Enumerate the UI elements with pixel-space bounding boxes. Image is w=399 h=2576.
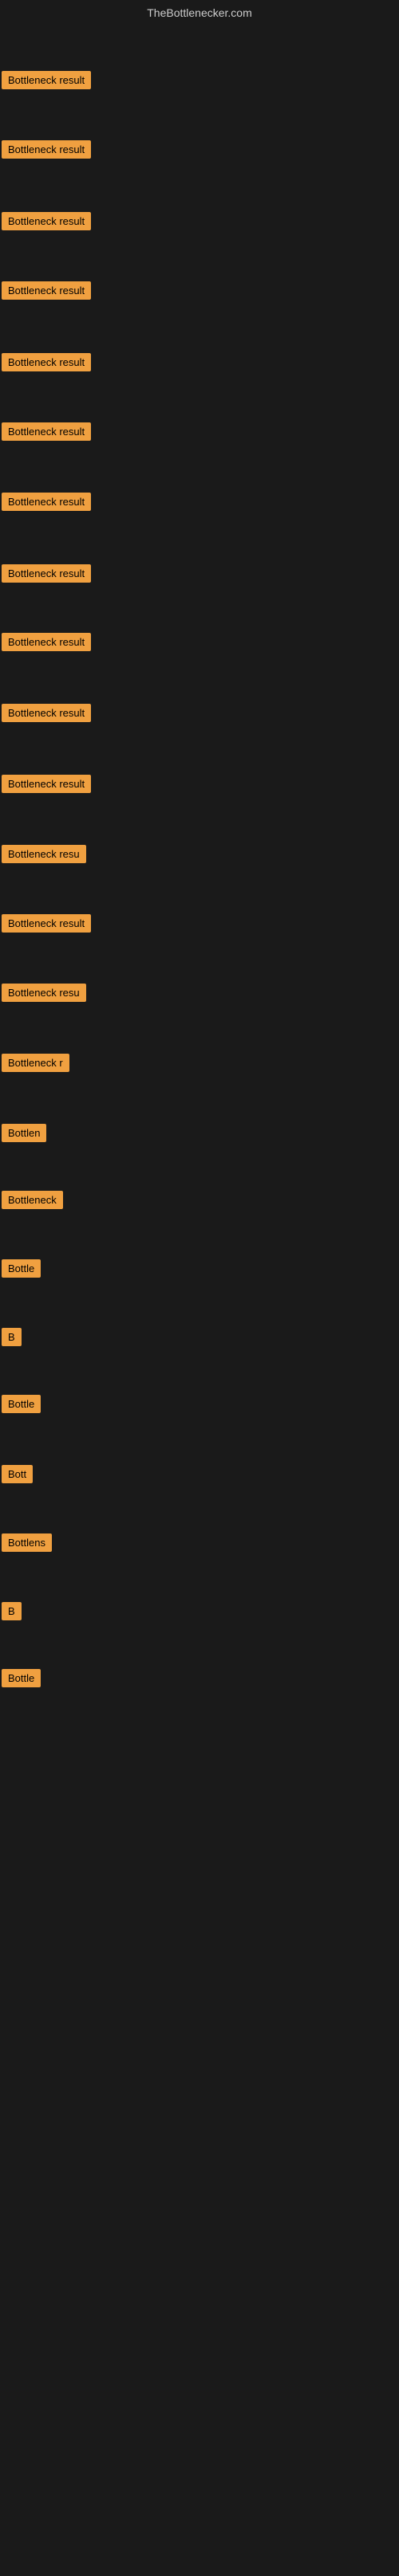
- bottleneck-badge-2: Bottleneck result: [2, 140, 91, 159]
- bottleneck-badge-5: Bottleneck result: [2, 353, 91, 371]
- bottleneck-result-4: Bottleneck result: [2, 281, 91, 304]
- bottleneck-badge-19: B: [2, 1328, 22, 1346]
- site-title: TheBottlenecker.com: [0, 0, 399, 26]
- bottleneck-badge-4: Bottleneck result: [2, 281, 91, 300]
- bottleneck-badge-23: B: [2, 1602, 22, 1620]
- bottleneck-badge-1: Bottleneck result: [2, 71, 91, 89]
- bottleneck-result-23: B: [2, 1602, 22, 1624]
- bottleneck-badge-9: Bottleneck result: [2, 633, 91, 651]
- bottleneck-badge-10: Bottleneck result: [2, 704, 91, 722]
- bottleneck-badge-22: Bottlens: [2, 1533, 52, 1552]
- bottleneck-result-18: Bottle: [2, 1259, 41, 1282]
- bottleneck-result-2: Bottleneck result: [2, 140, 91, 163]
- bottleneck-badge-17: Bottleneck: [2, 1191, 63, 1209]
- bottleneck-result-17: Bottleneck: [2, 1191, 63, 1213]
- bottleneck-result-19: B: [2, 1328, 22, 1350]
- bottleneck-badge-11: Bottleneck result: [2, 775, 91, 793]
- bottleneck-badge-15: Bottleneck r: [2, 1054, 69, 1072]
- bottleneck-badge-8: Bottleneck result: [2, 564, 91, 583]
- bottleneck-result-24: Bottle: [2, 1669, 41, 1691]
- bottleneck-result-20: Bottle: [2, 1395, 41, 1417]
- bottleneck-badge-6: Bottleneck result: [2, 422, 91, 441]
- bottleneck-badge-16: Bottlen: [2, 1124, 46, 1142]
- bottleneck-result-12: Bottleneck resu: [2, 845, 86, 867]
- bottleneck-result-7: Bottleneck result: [2, 493, 91, 515]
- results-container: Bottleneck result Bottleneck result Bottle…: [0, 26, 399, 2576]
- bottleneck-result-14: Bottleneck resu: [2, 984, 86, 1006]
- bottleneck-badge-14: Bottleneck resu: [2, 984, 86, 1002]
- bottleneck-result-16: Bottlen: [2, 1124, 46, 1146]
- page-wrapper: TheBottlenecker.com Bottleneck resultBot…: [0, 0, 399, 2576]
- bottleneck-result-6: Bottleneck result: [2, 422, 91, 445]
- bottleneck-result-1: Bottleneck result: [2, 71, 91, 93]
- bottleneck-result-9: Bottleneck result: [2, 633, 91, 655]
- bottleneck-result-10: Bottleneck result: [2, 704, 91, 726]
- bottleneck-badge-20: Bottle: [2, 1395, 41, 1413]
- bottleneck-badge-21: Bott: [2, 1465, 33, 1483]
- bottleneck-result-22: Bottlens: [2, 1533, 52, 1556]
- bottleneck-result-8: Bottleneck result: [2, 564, 91, 587]
- bottleneck-badge-13: Bottleneck result: [2, 914, 91, 933]
- bottleneck-badge-3: Bottleneck result: [2, 212, 91, 230]
- bottleneck-result-5: Bottleneck result: [2, 353, 91, 375]
- bottleneck-result-13: Bottleneck result: [2, 914, 91, 937]
- bottleneck-result-21: Bott: [2, 1465, 33, 1487]
- bottleneck-badge-18: Bottle: [2, 1259, 41, 1278]
- bottleneck-result-15: Bottleneck r: [2, 1054, 69, 1076]
- bottleneck-result-3: Bottleneck result: [2, 212, 91, 234]
- bottleneck-result-11: Bottleneck result: [2, 775, 91, 797]
- site-title-text: TheBottlenecker.com: [147, 6, 252, 19]
- bottleneck-badge-7: Bottleneck result: [2, 493, 91, 511]
- bottleneck-badge-24: Bottle: [2, 1669, 41, 1687]
- bottleneck-badge-12: Bottleneck resu: [2, 845, 86, 863]
